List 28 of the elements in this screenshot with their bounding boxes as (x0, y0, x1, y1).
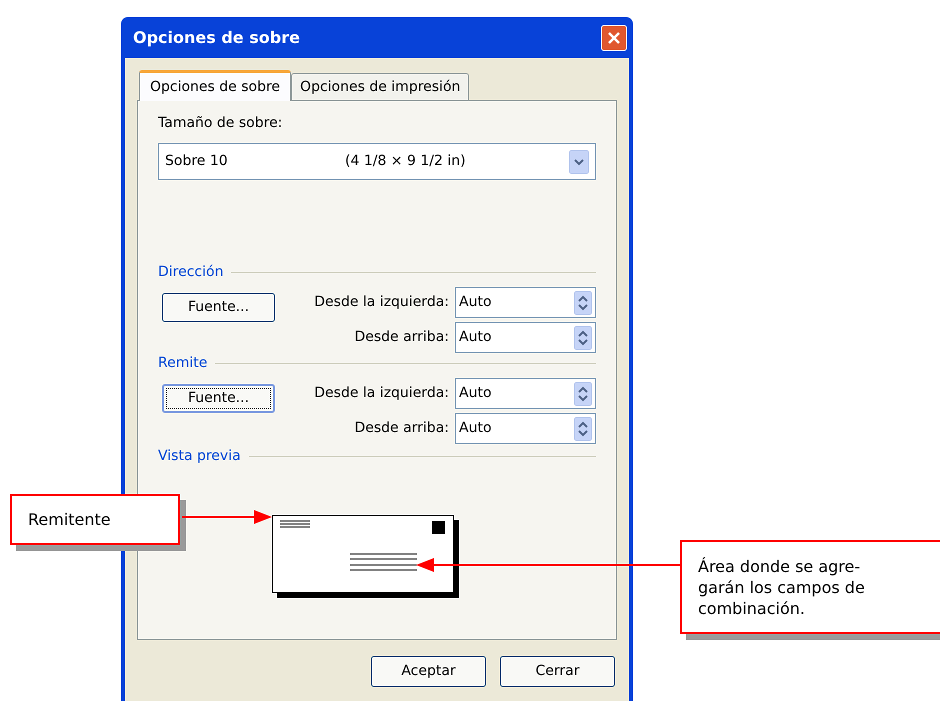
spinner-icon[interactable] (574, 326, 592, 350)
field-label: Desde arriba: (354, 328, 449, 347)
section-title: Vista previa (158, 447, 241, 466)
spin-field[interactable]: Auto (455, 378, 596, 409)
close-icon (607, 30, 621, 44)
field-label: Tamaño de sobre: (158, 114, 284, 133)
spinner-icon[interactable] (574, 416, 592, 440)
tab[interactable]: Opciones de sobre (139, 70, 292, 101)
callout-text: Área donde se agre- garán los campos de combinación. (698, 556, 865, 618)
section-title: Remite (158, 354, 208, 373)
close-button[interactable] (601, 24, 627, 50)
spin-field[interactable]: Auto (455, 322, 596, 353)
spin-field[interactable]: Auto (455, 413, 596, 444)
callout-text: Remitente (28, 509, 111, 530)
field-label: Desde arriba: (354, 419, 449, 438)
section-title: Dirección (158, 263, 224, 282)
spin-field[interactable]: Auto (455, 287, 596, 318)
spinner-icon[interactable] (574, 382, 592, 406)
dialog-button[interactable]: Aceptar (371, 656, 486, 687)
field-label: Desde la izquierda: (314, 293, 449, 312)
tab[interactable]: Opciones de impresión (291, 73, 470, 100)
dialog-button[interactable]: Cerrar (500, 656, 615, 687)
envelope-size-dropdown[interactable]: Sobre 10 (4 1/8 × 9 1/2 in) (158, 143, 596, 180)
font-button[interactable]: Fuente... (162, 293, 275, 322)
spinner-icon[interactable] (574, 290, 592, 314)
font-button[interactable]: Fuente... (162, 384, 275, 413)
field-label: Desde la izquierda: (314, 384, 449, 403)
window-title: Opciones de sobre (133, 26, 300, 48)
